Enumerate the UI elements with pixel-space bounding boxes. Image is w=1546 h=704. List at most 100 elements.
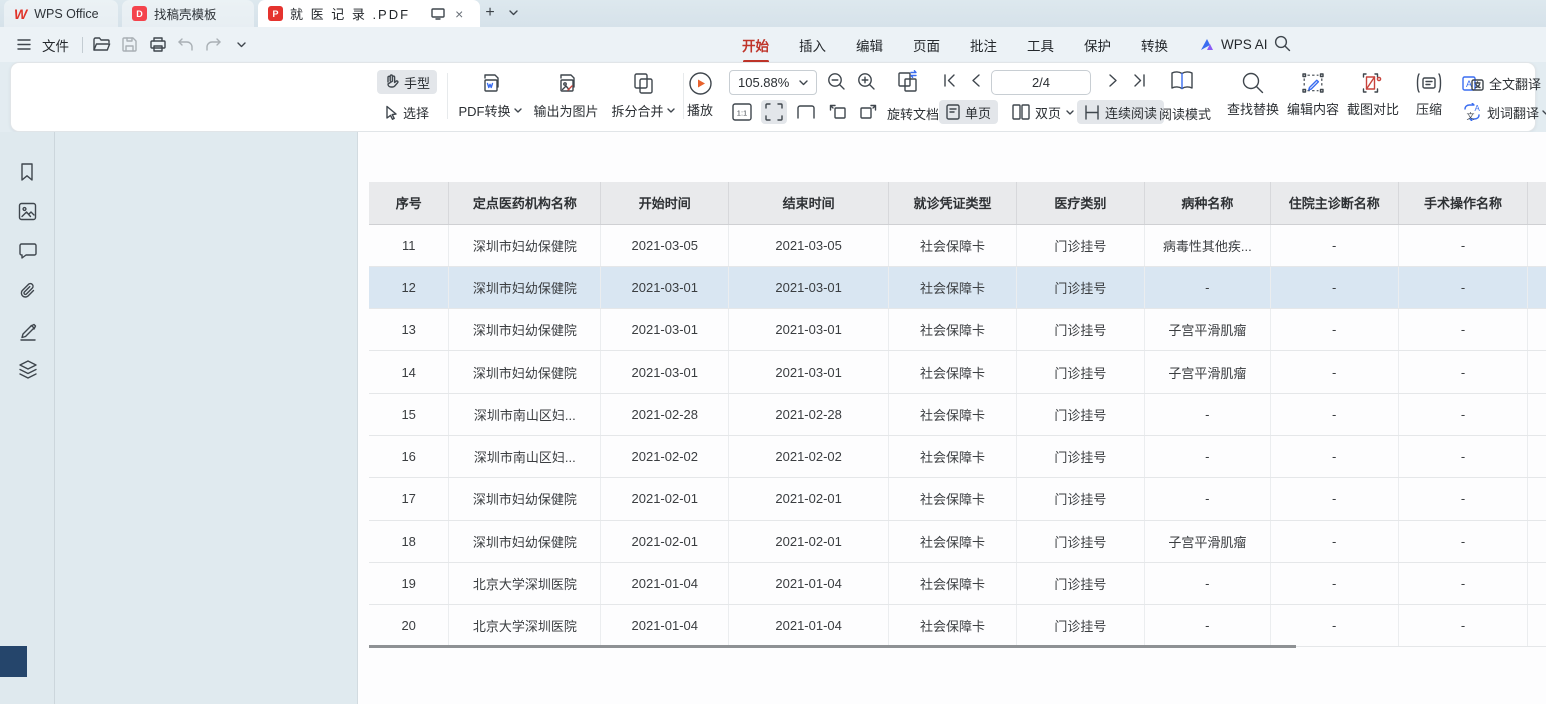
rotate-doc-icon[interactable] [895, 69, 921, 95]
first-page-button[interactable] [943, 74, 956, 87]
table-cell: 深圳市妇幼保健院 [449, 266, 601, 308]
table-row[interactable]: 12深圳市妇幼保健院2021-03-012021-03-01社会保障卡门诊挂号-… [369, 266, 1546, 308]
close-tab-icon[interactable]: × [455, 6, 463, 22]
table-row[interactable]: 18深圳市妇幼保健院2021-02-012021-02-01社会保障卡门诊挂号子… [369, 520, 1546, 562]
screenshot-compare-button[interactable]: 截图对比 [1345, 71, 1401, 118]
zoom-out-button[interactable] [827, 72, 846, 91]
fit-width-button[interactable] [793, 100, 819, 124]
menu-tools[interactable]: 工具 [1027, 35, 1054, 55]
open-file-icon[interactable] [92, 35, 111, 54]
table-cell: 20 [369, 605, 449, 647]
table-cell-partial [1528, 520, 1546, 562]
edit-content-button[interactable]: 编辑内容 [1285, 71, 1341, 118]
menu-protect[interactable]: 保护 [1084, 35, 1111, 55]
pdf-page[interactable]: 序号定点医药机构名称开始时间结束时间就诊凭证类型医疗类别病种名称住院主诊断名称手… [357, 132, 1546, 704]
docer-icon: D [132, 6, 147, 21]
redo-icon[interactable] [204, 35, 223, 54]
wps-ai-button[interactable]: WPS AI [1199, 27, 1268, 62]
table-cell: - [1398, 520, 1528, 562]
split-merge-button[interactable]: 拆分合并 [607, 71, 679, 120]
column-header: 定点医药机构名称 [449, 182, 601, 224]
table-row[interactable]: 16深圳市南山区妇...2021-02-022021-02-02社会保障卡门诊挂… [369, 435, 1546, 477]
file-menu[interactable]: 文件 [42, 35, 69, 55]
menu-search-icon[interactable] [1274, 35, 1291, 52]
column-header-partial [1528, 182, 1546, 224]
screenshot-compare-icon [1360, 71, 1386, 95]
pdf-convert-button[interactable]: PDF转换 [454, 71, 526, 120]
full-translate-button[interactable]: A 全文翻译 [1455, 71, 1546, 95]
table-cell: 12 [369, 266, 449, 308]
zoom-in-button[interactable] [857, 72, 876, 91]
table-cell: - [1398, 266, 1528, 308]
tab-label: WPS Office [34, 7, 98, 21]
compress-button[interactable]: 压缩 [1407, 71, 1451, 118]
read-mode-label[interactable]: 阅读模式 [1159, 104, 1211, 123]
actual-size-button[interactable]: 1:1 [729, 100, 755, 124]
menu-convert[interactable]: 转换 [1141, 35, 1168, 55]
tab-wps-home[interactable]: W WPS Office [4, 0, 118, 27]
quickbar-chevron-icon[interactable] [232, 35, 251, 54]
print-icon[interactable] [148, 35, 167, 54]
menu-comment[interactable]: 批注 [970, 35, 997, 55]
tab-list-chevron-icon[interactable] [503, 3, 523, 23]
hand-tool-button[interactable]: 手型 [377, 70, 437, 94]
tab-docer[interactable]: D 找稿壳模板 [122, 0, 254, 27]
table-row[interactable]: 13深圳市妇幼保健院2021-03-012021-03-01社会保障卡门诊挂号子… [369, 309, 1546, 351]
next-page-button[interactable] [1109, 74, 1118, 87]
hamburger-icon[interactable] [14, 35, 33, 54]
table-cell: 2021-03-05 [601, 224, 729, 266]
menu-insert[interactable]: 插入 [799, 35, 826, 55]
table-bottom-border [369, 645, 1296, 648]
find-replace-icon [1241, 71, 1265, 95]
page-indicator-input[interactable]: 2/4 [991, 70, 1091, 95]
bookmark-icon[interactable] [18, 162, 38, 182]
comment-icon[interactable] [18, 242, 38, 262]
continuous-read-button[interactable]: 连续阅读 [1077, 100, 1164, 124]
rotate-left-button[interactable] [825, 100, 851, 124]
table-cell: - [1398, 309, 1528, 351]
table-cell-partial [1528, 562, 1546, 604]
table-cell: 北京大学深圳医院 [449, 605, 601, 647]
table-row[interactable]: 19北京大学深圳医院2021-01-042021-01-04社会保障卡门诊挂号-… [369, 562, 1546, 604]
menu-home[interactable]: 开始 [742, 35, 769, 55]
table-cell: 社会保障卡 [889, 351, 1017, 393]
find-replace-button[interactable]: 查找替换 [1225, 71, 1281, 118]
table-row[interactable]: 20北京大学深圳医院2021-01-042021-01-04社会保障卡门诊挂号-… [369, 605, 1546, 647]
fit-page-button[interactable] [761, 100, 787, 124]
table-cell: - [1270, 393, 1398, 435]
table-cell: 病毒性其他疾... [1144, 224, 1270, 266]
menu-edit[interactable]: 编辑 [856, 35, 883, 55]
save-icon[interactable] [120, 35, 139, 54]
thumbnail-icon[interactable] [18, 202, 38, 222]
table-cell: - [1144, 562, 1270, 604]
word-translate-button[interactable]: 文 A 划词翻译 [1455, 100, 1546, 124]
table-row[interactable]: 14深圳市妇幼保健院2021-03-012021-03-01社会保障卡门诊挂号子… [369, 351, 1546, 393]
attachment-icon[interactable] [18, 282, 38, 302]
prev-page-button[interactable] [971, 74, 980, 87]
table-row[interactable]: 15深圳市南山区妇...2021-02-282021-02-28社会保障卡门诊挂… [369, 393, 1546, 435]
play-button[interactable]: 播放 [679, 71, 721, 119]
select-tool-button[interactable]: 选择 [377, 100, 436, 124]
tab-document[interactable]: P 就 医 记 录 .PDF × [258, 0, 480, 27]
chevron-down-icon [1542, 110, 1546, 115]
menu-page[interactable]: 页面 [913, 35, 940, 55]
rotate-doc-label[interactable]: 旋转文档 [887, 104, 939, 123]
table-row[interactable]: 17深圳市妇幼保健院2021-02-012021-02-01社会保障卡门诊挂号-… [369, 478, 1546, 520]
new-tab-button[interactable]: + [480, 3, 500, 23]
double-page-icon [1012, 104, 1030, 120]
zoom-level-select[interactable]: 105.88% [729, 70, 817, 95]
table-cell: 门诊挂号 [1016, 266, 1144, 308]
table-cell: - [1398, 224, 1528, 266]
last-page-button[interactable] [1133, 74, 1146, 87]
read-mode-icon[interactable] [1169, 69, 1195, 93]
edit-content-icon [1300, 71, 1326, 95]
pin-to-desktop-icon[interactable] [431, 8, 445, 20]
single-page-button[interactable]: 单页 [939, 100, 998, 124]
table-row[interactable]: 11深圳市妇幼保健院2021-03-052021-03-05社会保障卡门诊挂号病… [369, 224, 1546, 266]
signature-pen-icon[interactable] [18, 322, 38, 342]
export-image-button[interactable]: 输出为图片 [528, 71, 604, 120]
layers-icon[interactable] [18, 360, 38, 380]
rotate-right-button[interactable] [855, 100, 881, 124]
undo-icon[interactable] [176, 35, 195, 54]
double-page-button[interactable]: 双页 [1005, 100, 1081, 124]
